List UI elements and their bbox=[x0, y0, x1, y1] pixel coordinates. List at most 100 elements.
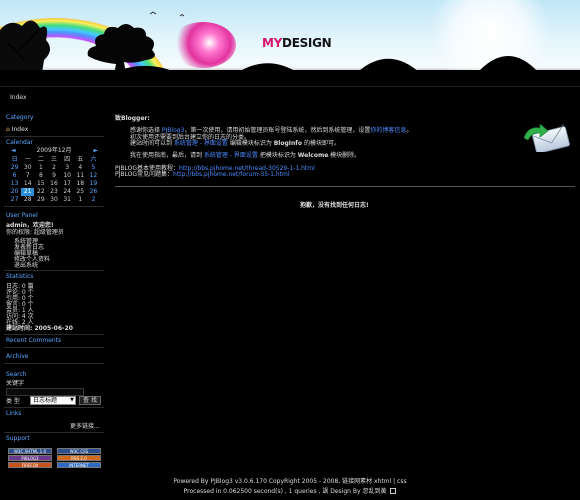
userpanel-title: User Panel bbox=[6, 212, 38, 219]
p4-text-c: 模块删除。 bbox=[328, 152, 361, 159]
stat-since-text: 建站时间: 2005-06-20 bbox=[6, 325, 73, 332]
category-title: Category bbox=[6, 114, 34, 121]
site-logo[interactable]: MYDESIGN bbox=[262, 36, 332, 51]
p3-text-c: 的模块即可。 bbox=[302, 140, 340, 147]
p3-text-a: 建站时间可以到 bbox=[130, 140, 174, 147]
p1-text-b: ，第一次使用，请用初始管理员账号登陆系统，然后到系统管理，设置 bbox=[184, 127, 371, 134]
weekday-label: 四 bbox=[64, 156, 71, 164]
calendar-day[interactable]: 6 bbox=[8, 172, 21, 180]
calendar-day[interactable]: 19 bbox=[87, 180, 100, 188]
calendar-next-month-button[interactable]: ► bbox=[93, 147, 98, 155]
footer: Powered By PJBlog3 v3.0.6.170 CopyRight … bbox=[0, 478, 580, 495]
calendar-day[interactable]: 13 bbox=[8, 180, 21, 188]
header-banner: MYDESIGN bbox=[0, 0, 580, 86]
calendar-weekday-row: 日 一 二 三 四 五 六 bbox=[8, 156, 100, 164]
calendar-day[interactable]: 25 bbox=[74, 188, 87, 196]
calendar-grid: 日 一 二 三 四 五 六 29 30 1 2 3 4 5 6 7 8 9 10 11 12 13 14 15 1… bbox=[8, 156, 100, 204]
calendar-day[interactable]: 4 bbox=[74, 164, 87, 172]
calendar-day[interactable]: 18 bbox=[74, 180, 87, 188]
calendar-week-row: 29 30 1 2 3 4 5 bbox=[8, 164, 100, 172]
w3c-xhtml-badge[interactable]: W3C XHTML 1.0 bbox=[8, 448, 52, 454]
calendar-day[interactable]: 12 bbox=[87, 172, 100, 180]
more-links-link[interactable]: 更多链接... bbox=[70, 423, 100, 431]
calendar-day[interactable]: 26 bbox=[87, 188, 100, 196]
calendar-day[interactable]: 11 bbox=[74, 172, 87, 180]
calendar-day[interactable]: 21 bbox=[21, 188, 35, 196]
calendar-week-row: 13 14 15 16 17 18 19 bbox=[8, 180, 100, 188]
search-input[interactable] bbox=[6, 388, 84, 396]
p1-text-c: 。 bbox=[406, 127, 413, 134]
footer-powered-by: Powered By PJBlog3 v3.0.6.170 CopyRight … bbox=[173, 478, 407, 485]
category-item-index[interactable]: ⌂ Index bbox=[6, 126, 28, 134]
footer-square-icon bbox=[390, 488, 397, 494]
blog-info-link[interactable]: 你的博客信息 bbox=[370, 127, 406, 134]
calendar-day[interactable]: 7 bbox=[21, 172, 34, 180]
divider bbox=[4, 334, 104, 335]
weekday-label: 日 bbox=[11, 156, 18, 164]
pjblog-link[interactable]: PJBlog3 bbox=[162, 127, 184, 134]
calendar-day[interactable]: 22 bbox=[34, 188, 47, 196]
home-icon: ⌂ bbox=[6, 126, 10, 133]
calendar-day[interactable]: 10 bbox=[61, 172, 74, 180]
welcome-paragraph-3: 建站时间可以到 系统管理 - 界面设置 编辑模块标识为 BlogInfo 的模块… bbox=[130, 140, 340, 148]
faq-link[interactable]: http://bbs.pjhome.net/forum-35-1.html bbox=[173, 171, 290, 178]
calendar-day[interactable]: 28 bbox=[21, 196, 34, 204]
search-title: Search bbox=[6, 371, 27, 378]
calendar-day[interactable]: 14 bbox=[21, 180, 34, 188]
w3c-css-badge[interactable]: W3C CSS bbox=[57, 448, 101, 454]
statistics-title: Statistics bbox=[6, 273, 34, 280]
search-button[interactable]: 查 找 bbox=[79, 396, 101, 405]
calendar-week-row: 6 7 8 9 10 11 12 bbox=[8, 172, 100, 180]
archive-title: Archive bbox=[6, 353, 29, 360]
stat-since: 建站时间: 2005-06-20 bbox=[6, 325, 73, 333]
calendar-day[interactable]: 31 bbox=[61, 196, 74, 204]
mail-icon bbox=[523, 124, 570, 152]
calendar-day[interactable]: 8 bbox=[34, 172, 47, 180]
calendar-day[interactable]: 30 bbox=[47, 196, 60, 204]
user-greeting-text: admin，欢迎您! bbox=[6, 222, 54, 229]
calendar-day[interactable]: 23 bbox=[47, 188, 60, 196]
divider bbox=[4, 432, 104, 433]
calendar-day[interactable]: 30 bbox=[21, 164, 34, 172]
calendar-day[interactable]: 5 bbox=[87, 164, 100, 172]
calendar-day[interactable]: 1 bbox=[34, 164, 47, 172]
content-divider bbox=[115, 186, 575, 187]
no-posts-notice: 抱歉，没有找到任何日志! bbox=[300, 202, 369, 209]
calendar-prev-month-button[interactable]: ◄ bbox=[11, 147, 16, 155]
calendar-day[interactable]: 3 bbox=[61, 164, 74, 172]
calendar-day[interactable]: 2 bbox=[47, 164, 60, 172]
weekday-label: 一 bbox=[24, 156, 31, 164]
divider bbox=[4, 206, 104, 207]
ui-settings-link[interactable]: 系统管理 - 界面设置 bbox=[174, 140, 228, 147]
nav-index-link[interactable]: Index bbox=[10, 94, 27, 102]
calendar-day[interactable]: 15 bbox=[34, 180, 47, 188]
calendar-day[interactable]: 27 bbox=[8, 196, 21, 204]
ie-badge[interactable]: INTERNET EXPLORER bbox=[57, 462, 101, 468]
p4-text-a: 我在使用指南，最后，请到 bbox=[130, 152, 204, 159]
calendar-day[interactable]: 29 bbox=[8, 164, 21, 172]
recent-comments-title: Recent Comments bbox=[6, 337, 62, 344]
calendar-day[interactable]: 16 bbox=[47, 180, 60, 188]
firefox-badge[interactable]: FIREFOX bbox=[8, 462, 52, 468]
calendar-day[interactable]: 29 bbox=[34, 196, 47, 204]
faq-label: PJBLOG常见问题集： bbox=[115, 171, 174, 178]
calendar-day[interactable]: 24 bbox=[61, 188, 74, 196]
search-type-selected: 日志标题 bbox=[33, 397, 58, 404]
divider bbox=[4, 407, 104, 408]
search-type-select[interactable]: 日志标题 ▼ bbox=[30, 396, 76, 405]
rss-badge[interactable]: RSS 2.0 bbox=[57, 455, 101, 461]
calendar-day[interactable]: 2 bbox=[87, 196, 100, 204]
chevron-down-icon: ▼ bbox=[70, 397, 74, 403]
calendar-days: 29 30 1 2 3 4 5 6 7 8 9 10 11 12 13 14 15 16 17 18 19 20 21 22 2… bbox=[8, 164, 100, 204]
ui-settings-link-2[interactable]: 系统管理 - 界面设置 bbox=[204, 152, 258, 159]
calendar-day[interactable]: 20 bbox=[8, 188, 21, 196]
user-link-logout[interactable]: 退出系统 bbox=[14, 262, 38, 270]
calendar-day[interactable]: 17 bbox=[61, 180, 74, 188]
pjblog-badge[interactable]: PJBLOG3 bbox=[8, 455, 52, 461]
calendar-day[interactable]: 1 bbox=[74, 196, 87, 204]
calendar-day[interactable]: 9 bbox=[47, 172, 60, 180]
search-keyword-label: 关键字 bbox=[6, 380, 25, 387]
calendar-week-row: 27 28 29 30 31 1 2 bbox=[8, 196, 100, 204]
calendar-title: Calendar bbox=[6, 139, 33, 146]
calendar-month-label: 2009年12月 bbox=[36, 147, 72, 154]
